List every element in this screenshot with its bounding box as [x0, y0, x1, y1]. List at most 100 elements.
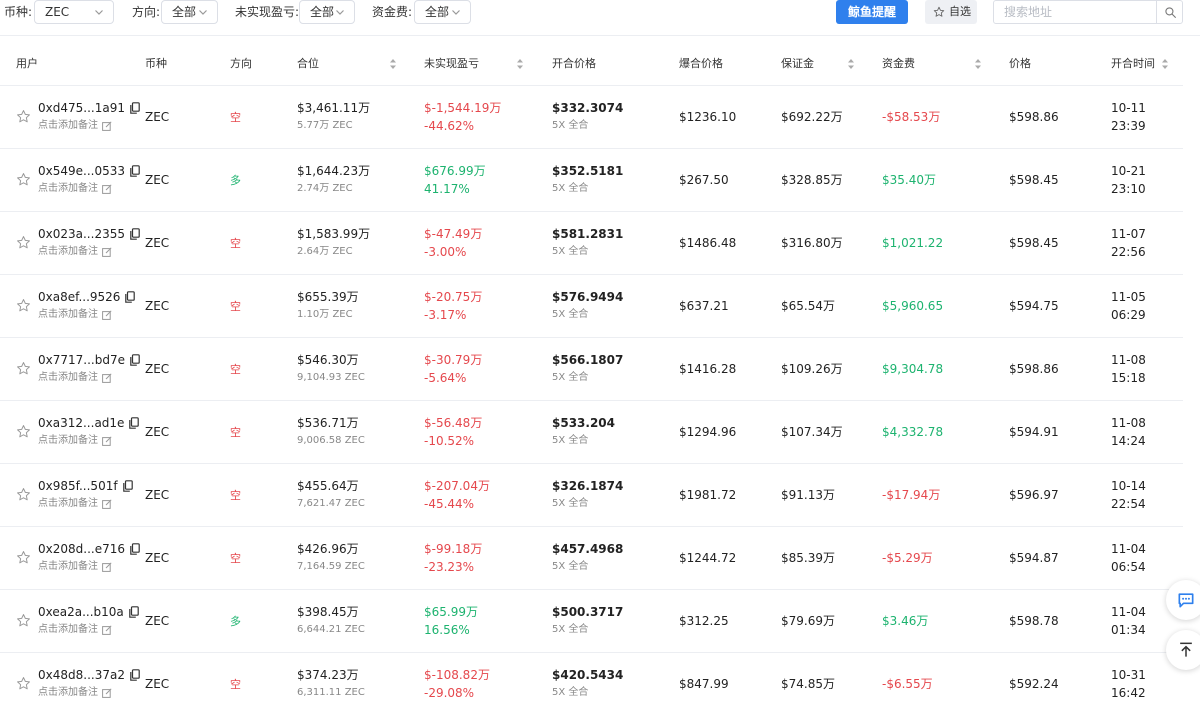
- direction-filter-select[interactable]: 全部: [161, 0, 218, 24]
- coin-cell: ZEC: [145, 362, 170, 376]
- user-address[interactable]: 0xa8ef...9526: [38, 290, 120, 304]
- search-input[interactable]: [995, 2, 1155, 22]
- copy-icon[interactable]: [130, 354, 140, 366]
- sort-icon[interactable]: [1161, 57, 1169, 71]
- add-note-link[interactable]: 点击添加备注: [38, 623, 98, 637]
- sort-icon[interactable]: [847, 57, 855, 71]
- leverage-mode: 5X 全合: [552, 120, 589, 131]
- add-note-link[interactable]: 点击添加备注: [38, 308, 98, 322]
- star-icon[interactable]: [16, 109, 31, 124]
- position-value: $426.96万: [297, 542, 359, 556]
- pnl-percent: -3.17%: [424, 308, 467, 322]
- user-address[interactable]: 0x208d...e716: [38, 542, 125, 556]
- back-to-top-button[interactable]: [1166, 630, 1200, 670]
- add-note-link[interactable]: 点击添加备注: [38, 182, 98, 196]
- header-position[interactable]: 合位: [297, 58, 319, 70]
- copy-icon[interactable]: [130, 543, 140, 555]
- position-value: $3,461.11万: [297, 101, 371, 115]
- chevron-down-icon: [95, 10, 103, 15]
- pnl-value: $-207.04万: [424, 479, 490, 493]
- header-margin[interactable]: 保证金: [781, 58, 814, 70]
- star-icon[interactable]: [16, 676, 31, 691]
- copy-icon[interactable]: [130, 102, 140, 114]
- edit-icon[interactable]: [102, 562, 112, 572]
- direction-cell: 空: [230, 300, 241, 313]
- mark-price: $596.97: [1009, 488, 1059, 502]
- add-note-link[interactable]: 点击添加备注: [38, 497, 98, 511]
- edit-icon[interactable]: [102, 688, 112, 698]
- funding-filter-select[interactable]: 全部: [414, 0, 471, 24]
- star-icon[interactable]: [16, 424, 31, 439]
- add-note-link[interactable]: 点击添加备注: [38, 371, 98, 385]
- edit-icon[interactable]: [102, 184, 112, 194]
- table-row: 0xd475...1a91 点击添加备注 ZEC 空 $3,461.11万 5.…: [0, 86, 1183, 149]
- star-icon[interactable]: [16, 361, 31, 376]
- funding-value: $5,960.65: [882, 299, 944, 313]
- pnl-filter-select[interactable]: 全部: [299, 0, 355, 24]
- copy-icon[interactable]: [123, 480, 133, 492]
- edit-icon[interactable]: [102, 247, 112, 257]
- star-icon[interactable]: [16, 298, 31, 313]
- edit-icon[interactable]: [102, 499, 112, 509]
- user-address[interactable]: 0x7717...bd7e: [38, 353, 125, 367]
- copy-icon[interactable]: [130, 669, 140, 681]
- user-address[interactable]: 0x023a...2355: [38, 227, 125, 241]
- star-icon[interactable]: [16, 487, 31, 502]
- sort-icon[interactable]: [389, 57, 397, 71]
- direction-cell: 多: [230, 174, 241, 187]
- favorites-button[interactable]: 自选: [925, 0, 977, 24]
- position-value: $374.23万: [297, 668, 359, 682]
- user-address[interactable]: 0xa312...ad1e: [38, 416, 124, 430]
- chevron-down-icon: [199, 10, 207, 15]
- position-size: 7,164.59 ZEC: [297, 561, 365, 572]
- sort-icon[interactable]: [516, 57, 524, 71]
- header-funding[interactable]: 资金费: [882, 58, 915, 70]
- whale-alert-button[interactable]: 鲸鱼提醒: [836, 0, 908, 24]
- header-pnl[interactable]: 未实现盈亏: [424, 58, 479, 70]
- pnl-value: $-30.79万: [424, 353, 483, 367]
- search-button[interactable]: [1156, 1, 1182, 23]
- margin-value: $91.13万: [781, 488, 835, 502]
- chat-button[interactable]: [1166, 580, 1200, 620]
- user-address[interactable]: 0x549e...0533: [38, 164, 125, 178]
- copy-icon[interactable]: [125, 291, 135, 303]
- copy-icon[interactable]: [130, 165, 140, 177]
- pnl-percent: 16.56%: [424, 623, 470, 637]
- edit-icon[interactable]: [102, 373, 112, 383]
- copy-icon[interactable]: [129, 606, 139, 618]
- position-value: $546.30万: [297, 353, 359, 367]
- star-icon[interactable]: [16, 550, 31, 565]
- edit-icon[interactable]: [102, 310, 112, 320]
- pnl-filter-label: 未实现盈亏:: [235, 5, 300, 19]
- edit-icon[interactable]: [102, 121, 112, 131]
- star-icon[interactable]: [16, 235, 31, 250]
- copy-icon[interactable]: [130, 228, 140, 240]
- leverage-mode: 5X 全合: [552, 498, 589, 509]
- direction-filter-value: 全部: [172, 5, 197, 19]
- header-open-time[interactable]: 开合时间: [1111, 58, 1155, 70]
- user-address[interactable]: 0x48d8...37a2: [38, 668, 125, 682]
- add-note-link[interactable]: 点击添加备注: [38, 245, 98, 259]
- add-note-link[interactable]: 点击添加备注: [38, 119, 98, 133]
- open-date: 11-08: [1111, 353, 1146, 367]
- add-note-link[interactable]: 点击添加备注: [38, 686, 98, 700]
- star-icon[interactable]: [16, 613, 31, 628]
- user-address[interactable]: 0x985f...501f: [38, 479, 118, 493]
- user-address[interactable]: 0xd475...1a91: [38, 101, 125, 115]
- edit-icon[interactable]: [102, 625, 112, 635]
- coin-filter-select[interactable]: ZEC: [34, 0, 114, 24]
- star-icon[interactable]: [16, 172, 31, 187]
- open-price: $500.3717: [552, 605, 624, 619]
- coin-filter-label: 币种:: [4, 5, 33, 19]
- sort-icon[interactable]: [974, 57, 982, 71]
- margin-value: $328.85万: [781, 173, 843, 187]
- header-open-price: 开合价格: [552, 57, 596, 70]
- copy-icon[interactable]: [129, 417, 139, 429]
- position-value: $536.71万: [297, 416, 359, 430]
- add-note-link[interactable]: 点击添加备注: [38, 434, 98, 448]
- user-address[interactable]: 0xea2a...b10a: [38, 605, 124, 619]
- add-note-link[interactable]: 点击添加备注: [38, 560, 98, 574]
- open-time: 23:10: [1111, 182, 1146, 196]
- edit-icon[interactable]: [102, 436, 112, 446]
- open-price: $352.5181: [552, 164, 624, 178]
